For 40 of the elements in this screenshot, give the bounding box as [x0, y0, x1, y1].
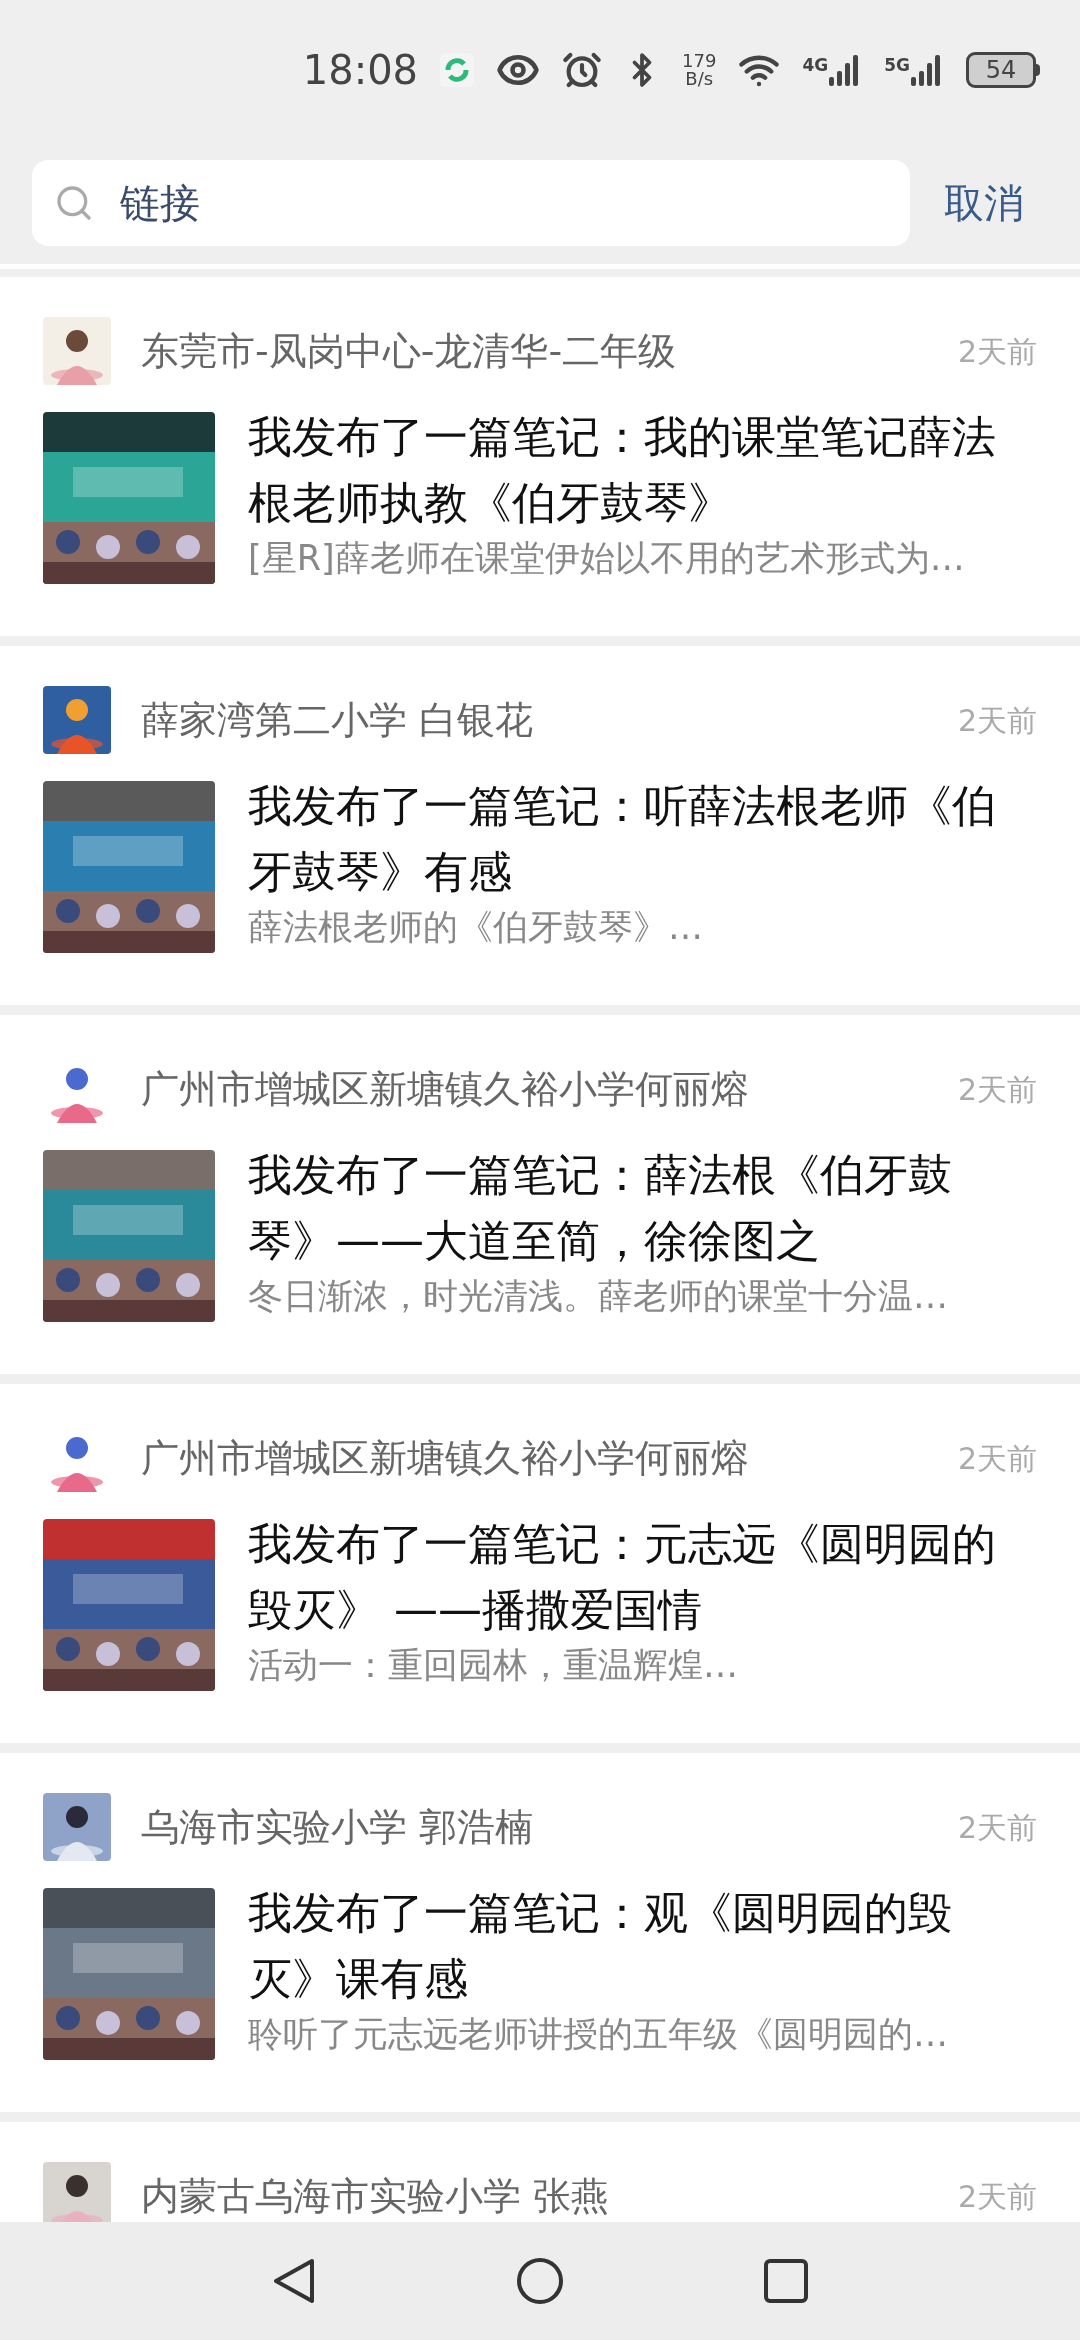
post-time: 2天前	[957, 1808, 1037, 1847]
feed-card[interactable]: 东莞市-凤岗中心-龙清华-二年级 2天前 我发布了一篇笔记：我的课堂笔记薛法根老师执教《伯牙鼓琴》 [星R]薛老师在课堂伊始以不用的艺术形式为…	[0, 277, 1080, 636]
search-icon	[54, 183, 94, 223]
post-time: 2天前	[957, 2177, 1037, 2216]
post-summary: 聆听了元志远老师讲授的五年级《圆明园的…	[248, 2013, 949, 2056]
network-label: 4G	[802, 54, 829, 77]
post-summary: 薛法根老师的《伯牙鼓琴》…	[248, 906, 704, 949]
speed-value: 179	[682, 52, 717, 70]
feed-card[interactable]: 乌海市实验小学 郭浩楠 2天前 我发布了一篇笔记：观《圆明园的毁灭》课有感 聆听了元志远老师讲授的五年级《圆明园的…	[0, 1753, 1080, 2112]
author-name: 内蒙古乌海市实验小学 张燕	[141, 2172, 611, 2220]
post-summary: [星R]薛老师在课堂伊始以不用的艺术形式为…	[248, 537, 966, 580]
author-name: 东莞市-凤岗中心-龙清华-二年级	[141, 327, 678, 375]
network-label: 5G	[884, 54, 910, 77]
alarm-icon	[562, 50, 603, 90]
post-time: 2天前	[957, 701, 1037, 740]
clock-time: 18:08	[302, 46, 419, 95]
author-name: 广州市增城区新塘镇久裕小学何丽熔	[141, 1434, 750, 1482]
post-title: 我发布了一篇笔记：听薛法根老师《伯牙鼓琴》有感	[248, 779, 997, 899]
post-time: 2天前	[957, 1439, 1037, 1478]
author-name: 薛家湾第二小学 白银花	[141, 696, 535, 744]
cancel-button[interactable]: 取消	[944, 173, 1048, 233]
post-title: 我发布了一篇笔记：薛法根《伯牙鼓琴》——大道至简，徐徐图之	[248, 1148, 953, 1268]
feed-card[interactable]: 内蒙古乌海市实验小学 张燕 2天前	[0, 2122, 1080, 2222]
recents-icon[interactable]	[764, 2259, 808, 2303]
post-title: 我发布了一篇笔记：我的课堂笔记薛法根老师执教《伯牙鼓琴》	[248, 410, 997, 530]
feed-card[interactable]: 薛家湾第二小学 白银花 2天前 我发布了一篇笔记：听薛法根老师《伯牙鼓琴》有感 薛法根老师的《伯牙鼓琴》…	[0, 646, 1080, 1005]
author-name: 广州市增城区新塘镇久裕小学何丽熔	[141, 1065, 750, 1113]
feed-card[interactable]: 广州市增城区新塘镇久裕小学何丽熔 2天前 我发布了一篇笔记：元志远《圆明园的毁灭》 ——播撒爱国情 活动一：重回园林，重温辉煌…	[0, 1384, 1080, 1743]
post-title: 我发布了一篇笔记：观《圆明园的毁灭》课有感	[248, 1886, 953, 2006]
speed-unit: B/s	[685, 70, 714, 88]
feed-card[interactable]: 广州市增城区新塘镇久裕小学何丽熔 2天前 我发布了一篇笔记：薛法根《伯牙鼓琴》——大道至简，徐徐图之 冬日渐浓，时光清浅。薛老师的课堂十分温…	[0, 1015, 1080, 1374]
post-title: 我发布了一篇笔记：元志远《圆明园的毁灭》 ——播撒爱国情	[248, 1517, 997, 1637]
post-summary: 冬日渐浓，时光清浅。薛老师的课堂十分温…	[248, 1275, 949, 1318]
post-summary: 活动一：重回园林，重温辉煌…	[248, 1644, 739, 1687]
post-time: 2天前	[957, 332, 1037, 371]
back-icon[interactable]	[272, 2257, 316, 2305]
author-name: 乌海市实验小学 郭浩楠	[141, 1803, 535, 1851]
post-time: 2天前	[957, 1070, 1037, 1109]
search-field[interactable]: 链接	[32, 160, 910, 246]
home-icon[interactable]	[516, 2257, 564, 2305]
